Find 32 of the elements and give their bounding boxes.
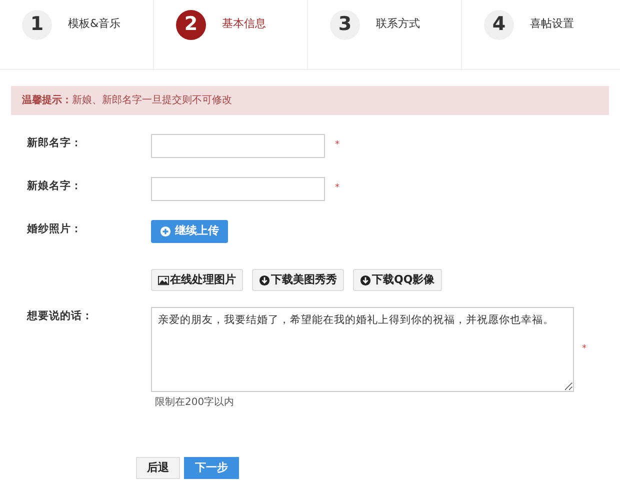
step-number: 2 <box>176 10 206 40</box>
step-number: 1 <box>22 10 52 40</box>
text-field[interactable] <box>151 177 325 201</box>
tool-button[interactable]: 下载美图秀秀 <box>252 269 344 291</box>
message-textarea[interactable]: 亲爱的朋友，我要结婚了，希望能在我的婚礼上得到你的祝福，并祝愿你也幸福。 <box>151 307 574 392</box>
field-label: 新郎名字： <box>27 136 83 151</box>
download-icon <box>360 274 371 286</box>
download-icon <box>259 274 270 286</box>
step-label: 基本信息 <box>222 16 266 32</box>
text-field[interactable] <box>151 134 325 158</box>
hint-text: 限制在200字以内 <box>155 396 236 410</box>
step-label: 联系方式 <box>376 16 420 32</box>
plus-circle-icon <box>160 226 171 237</box>
back-button[interactable]: 后退 <box>136 457 180 479</box>
tool-button[interactable]: 在线处理图片 <box>151 269 243 291</box>
required-mark: * <box>335 182 340 196</box>
step-tab[interactable]: 1 模板&音乐 <box>0 0 154 69</box>
step-number: 4 <box>484 10 514 40</box>
step-number: 3 <box>330 10 360 40</box>
field-label: 新娘名字： <box>27 178 83 194</box>
step-label: 模板&音乐 <box>68 16 121 32</box>
step-tab[interactable]: 3 联系方式 <box>308 0 462 69</box>
field-label: 想要说的话： <box>27 309 94 324</box>
required-mark: * <box>582 342 586 356</box>
step-tab[interactable]: 2 基本信息 <box>154 0 308 69</box>
notice-message: 温馨提示：新娘、新郎名字一旦提交则不可修改 <box>11 86 609 115</box>
required-mark: * <box>335 139 340 152</box>
image-icon <box>158 274 169 286</box>
field-label: 婚纱照片： <box>27 222 83 237</box>
step-tab[interactable]: 4 喜帖设置 <box>462 0 616 69</box>
tool-button[interactable]: 下载QQ影像 <box>353 269 442 291</box>
step-label: 喜帖设置 <box>530 16 574 32</box>
